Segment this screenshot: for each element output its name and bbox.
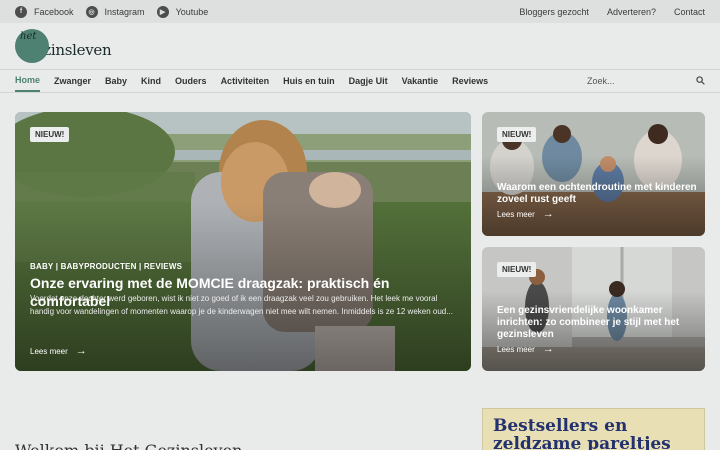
social-links: f Facebook ◎ Instagram ▶ Youtube [15, 5, 220, 18]
search-icon[interactable] [696, 72, 705, 90]
contact-link[interactable]: Contact [674, 7, 705, 17]
arrow-right-icon: → [542, 208, 554, 220]
logo-circle: het [15, 29, 49, 63]
top-bar: f Facebook ◎ Instagram ▶ Youtube Blogger… [0, 0, 720, 23]
instagram-link[interactable]: ◎ Instagram [85, 5, 145, 18]
read-more-link[interactable]: Lees meer → [497, 208, 554, 220]
nav-item-baby[interactable]: Baby [105, 70, 127, 92]
featured-article-card[interactable]: NIEUW! BABY | BABYPRODUCTEN | REVIEWS On… [15, 112, 471, 371]
youtube-link[interactable]: ▶ Youtube [156, 5, 209, 18]
promo-banner[interactable]: Bestsellers en zeldzame pareltjes [482, 408, 705, 450]
read-more-label: Lees meer [30, 346, 68, 356]
article-categories[interactable]: BABY | BABYPRODUCTEN | REVIEWS [30, 262, 182, 271]
nav-item-kind[interactable]: Kind [141, 70, 161, 92]
article-excerpt: Voordat onze dochter werd geboren, wist … [30, 294, 453, 316]
top-links: Bloggers gezocht Adverteren? Contact [501, 7, 705, 17]
nav-item-zwanger[interactable]: Zwanger [54, 70, 91, 92]
nav-item-huis-en-tuin[interactable]: Huis en tuin [283, 70, 335, 92]
welcome-heading: Welkom bij Het Gezinsleven [15, 441, 242, 450]
side-article-title[interactable]: Waarom een ochtendroutine met kinderen z… [497, 182, 697, 206]
nav-item-ouders[interactable]: Ouders [175, 70, 207, 92]
nav-item-home[interactable]: Home [15, 70, 41, 92]
facebook-link[interactable]: f Facebook [15, 5, 74, 18]
featured-image-overlay [15, 112, 471, 371]
facebook-icon: f [15, 5, 27, 18]
read-more-link[interactable]: Lees meer → [497, 343, 554, 355]
new-badge: NIEUW! [497, 127, 537, 142]
new-badge: NIEUW! [497, 262, 537, 277]
facebook-label: Facebook [34, 6, 74, 17]
side-article-card[interactable]: NIEUW! Een gezinsvriendelijke woonkamer … [482, 247, 705, 371]
instagram-icon: ◎ [85, 5, 98, 18]
search-box [587, 72, 705, 90]
read-more-link[interactable]: Lees meer → [30, 345, 87, 357]
bloggers-gezocht-link[interactable]: Bloggers gezocht [519, 7, 589, 17]
search-input[interactable] [587, 76, 667, 86]
nav-item-vakantie[interactable]: Vakantie [402, 70, 439, 92]
youtube-icon: ▶ [156, 5, 169, 18]
nav-item-activiteiten[interactable]: Activiteiten [221, 70, 270, 92]
side-article-title[interactable]: Een gezinsvriendelijke woonkamer inricht… [497, 305, 697, 341]
logo-small-text: het [20, 31, 37, 42]
instagram-label: Instagram [104, 6, 145, 17]
youtube-label: Youtube [175, 6, 209, 17]
nav-item-dagje-uit[interactable]: Dagje Uit [349, 70, 388, 92]
side-article-card[interactable]: NIEUW! Waarom een ochtendroutine met kin… [482, 112, 705, 236]
arrow-right-icon: → [75, 345, 87, 357]
site-logo[interactable]: het Gezinsleven [15, 29, 112, 63]
site-header: het Gezinsleven [0, 23, 720, 69]
read-more-label: Lees meer [497, 209, 535, 219]
new-badge: NIEUW! [30, 127, 70, 142]
adverteren-link[interactable]: Adverteren? [607, 7, 656, 17]
main-nav: Home Zwanger Baby Kind Ouders Activiteit… [0, 69, 720, 93]
arrow-right-icon: → [542, 343, 554, 355]
promo-text: Bestsellers en zeldzame pareltjes [493, 416, 671, 450]
nav-menu: Home Zwanger Baby Kind Ouders Activiteit… [15, 70, 502, 92]
read-more-label: Lees meer [497, 344, 535, 354]
nav-item-reviews[interactable]: Reviews [452, 70, 488, 92]
